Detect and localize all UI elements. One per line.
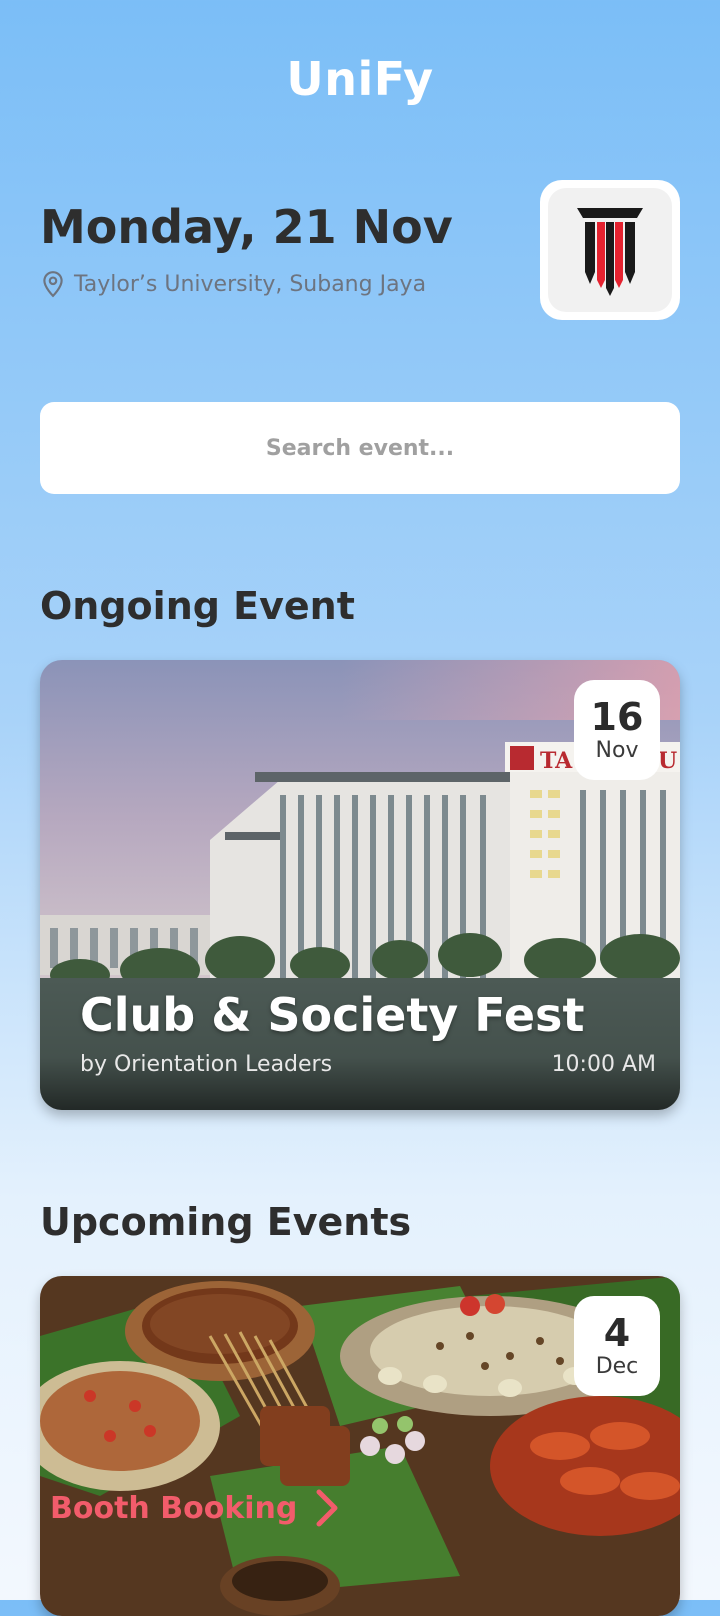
event-month: Dec — [595, 1354, 639, 1379]
upcoming-event-card[interactable]: 4 Dec Booth Booking — [40, 1276, 680, 1616]
booth-booking-label: Booth Booking — [50, 1490, 298, 1526]
event-day: 16 — [590, 695, 644, 739]
event-date-badge: 4 Dec — [574, 1296, 660, 1396]
event-date-badge: 16 Nov — [574, 680, 660, 780]
map-pin-icon — [43, 271, 63, 298]
ongoing-event-card[interactable]: TA U 16 Nov Club & Society Fest by Orien — [40, 660, 680, 1110]
university-logo-icon — [577, 208, 643, 296]
event-time: 10:00 AM — [551, 1052, 656, 1077]
ongoing-section-title: Ongoing Event — [40, 584, 355, 628]
svg-text:U: U — [658, 748, 677, 774]
university-logo[interactable] — [540, 180, 680, 320]
event-organizer: by Orientation Leaders — [80, 1052, 333, 1077]
app-title: UniFy — [286, 52, 434, 106]
location-label: Taylor’s University, Subang Jaya — [74, 271, 427, 297]
search-input[interactable] — [40, 402, 680, 494]
upcoming-section-title: Upcoming Events — [40, 1200, 412, 1244]
event-month: Nov — [595, 738, 639, 763]
chevron-right-icon — [316, 1489, 338, 1527]
event-title: Club & Society Fest — [80, 988, 585, 1042]
svg-text:TA: TA — [540, 748, 573, 774]
event-day: 4 — [603, 1311, 631, 1355]
booth-booking-link[interactable]: Booth Booking — [50, 1488, 341, 1528]
location-row: Taylor’s University, Subang Jaya — [40, 270, 426, 298]
current-date: Monday, 21 Nov — [40, 200, 453, 254]
